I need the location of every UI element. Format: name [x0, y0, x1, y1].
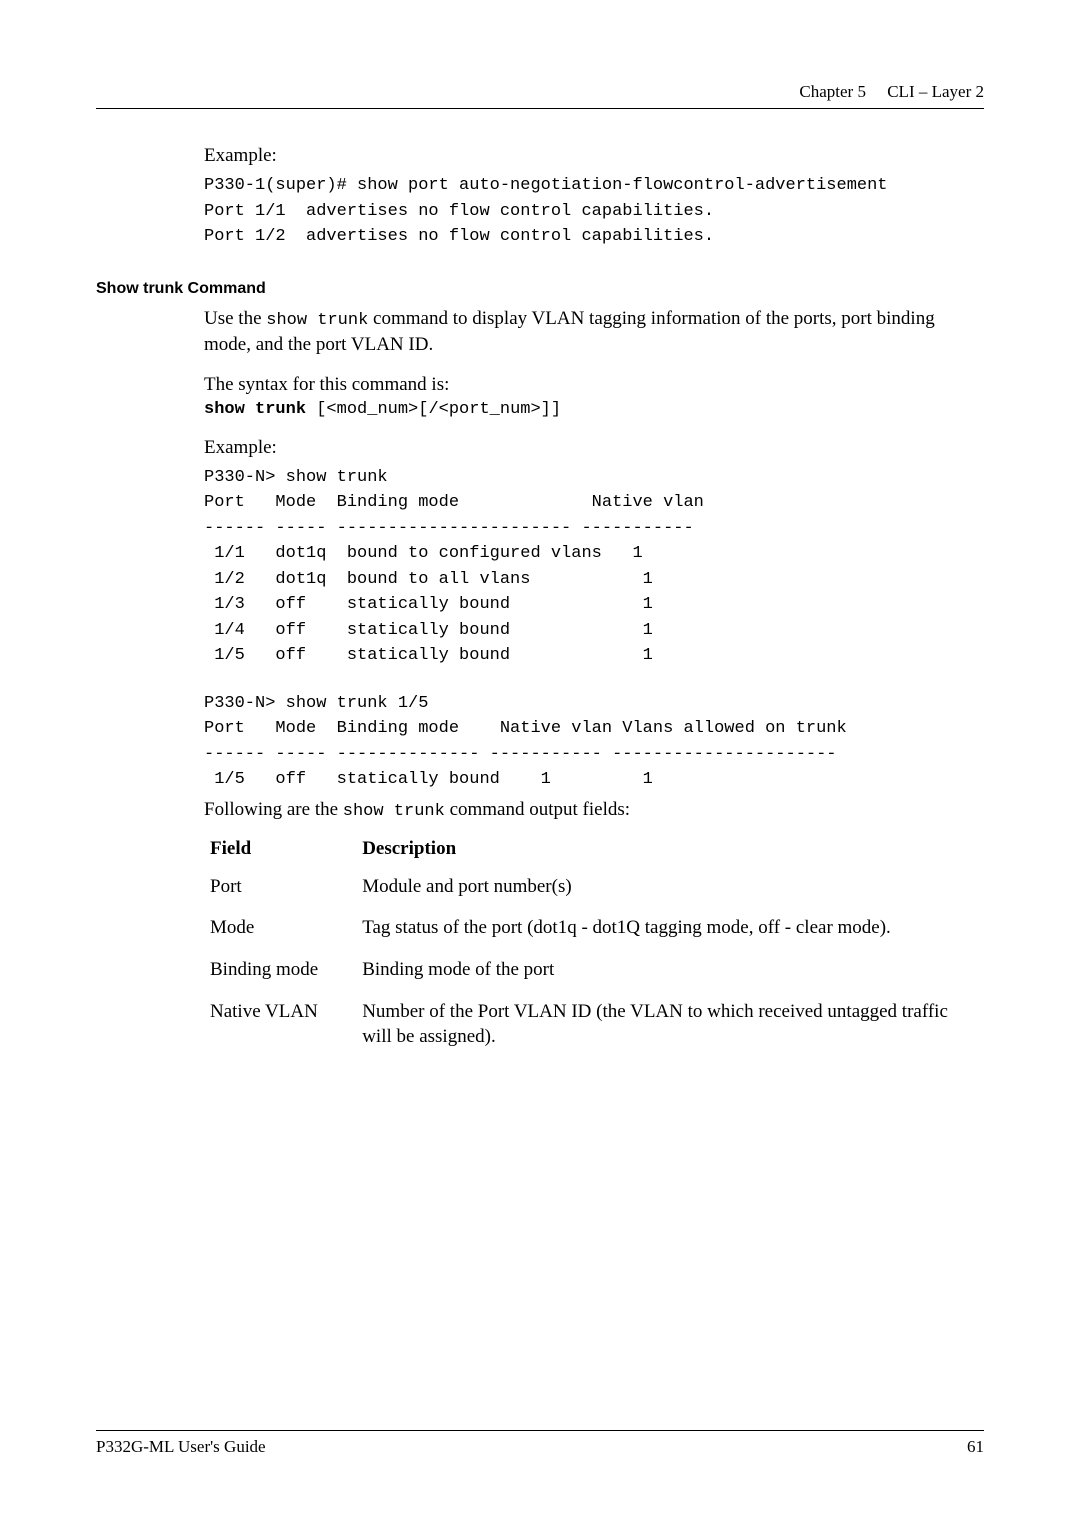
page-footer: P332G-ML User's Guide 61: [96, 1430, 984, 1457]
footer-left: P332G-ML User's Guide: [96, 1437, 266, 1457]
show-trunk-output-2: P330-N> show trunk 1/5 Port Mode Binding…: [204, 691, 984, 793]
show-trunk-intro: Use the show trunk command to display VL…: [204, 306, 984, 359]
footer-rule: [96, 1430, 984, 1431]
show-trunk-output-1: P330-N> show trunk Port Mode Binding mod…: [204, 465, 984, 669]
page-header: Chapter 5 CLI – Layer 2: [96, 82, 984, 102]
table-row: Mode Tag status of the port (dot1q - dot…: [204, 909, 984, 951]
col-description: Description: [356, 834, 984, 868]
field-desc: Tag status of the port (dot1q - dot1Q ta…: [356, 909, 984, 951]
field-desc: Number of the Port VLAN ID (the VLAN to …: [356, 993, 984, 1060]
following-text: Following are the show trunk command out…: [204, 797, 984, 824]
show-trunk-heading: Show trunk Command: [96, 280, 984, 298]
field-name: Native VLAN: [204, 993, 356, 1060]
chapter-number: Chapter 5: [799, 82, 866, 101]
field-desc: Binding mode of the port: [356, 951, 984, 993]
intro-cmd: show trunk: [266, 311, 368, 330]
table-header-row: Field Description: [204, 834, 984, 868]
following-post: command output fields:: [445, 799, 630, 820]
following-cmd: show trunk: [343, 802, 445, 821]
footer-right: 61: [967, 1437, 984, 1457]
intro-pre: Use the: [204, 308, 266, 329]
table-row: Native VLAN Number of the Port VLAN ID (…: [204, 993, 984, 1060]
example1-label: Example:: [204, 145, 984, 167]
following-pre: Following are the: [204, 799, 343, 820]
example2-label: Example:: [204, 437, 984, 459]
chapter-title: CLI – Layer 2: [887, 82, 984, 101]
example1-code: P330-1(super)# show port auto-negotiatio…: [204, 173, 984, 250]
table-row: Binding mode Binding mode of the port: [204, 951, 984, 993]
col-field: Field: [204, 834, 356, 868]
syntax-plain: [<mod_num>[/<port_num>]]: [306, 400, 561, 419]
field-name: Mode: [204, 909, 356, 951]
syntax-bold: show trunk: [204, 400, 306, 419]
field-name: Binding mode: [204, 951, 356, 993]
field-desc: Module and port number(s): [356, 868, 984, 910]
header-rule: [96, 108, 984, 109]
table-row: Port Module and port number(s): [204, 868, 984, 910]
syntax-line: show trunk [<mod_num>[/<port_num>]]: [204, 400, 984, 419]
syntax-label: The syntax for this command is:: [204, 372, 984, 398]
fields-table: Field Description Port Module and port n…: [204, 834, 984, 1060]
field-name: Port: [204, 868, 356, 910]
